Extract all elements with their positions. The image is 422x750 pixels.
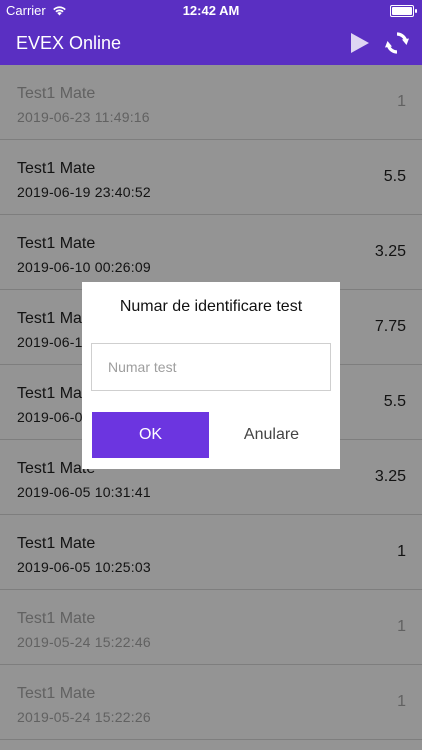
play-icon[interactable] bbox=[346, 30, 372, 56]
app-title: EVEX Online bbox=[16, 33, 122, 53]
test-id-dialog: Numar de identificare test OK Anulare bbox=[82, 282, 340, 469]
dialog-title: Numar de identificare test bbox=[119, 298, 303, 315]
cancel-button[interactable]: Anulare bbox=[213, 412, 330, 458]
battery-fill bbox=[392, 7, 412, 15]
ok-button[interactable]: OK bbox=[92, 412, 209, 458]
test-number-input[interactable] bbox=[91, 343, 331, 391]
status-bar: Carrier 12:42 AM bbox=[0, 0, 422, 22]
battery-icon bbox=[390, 5, 417, 17]
refresh-icon[interactable] bbox=[383, 29, 411, 57]
status-time: 12:42 AM bbox=[182, 3, 240, 18]
app-bar: EVEX Online bbox=[0, 22, 422, 65]
